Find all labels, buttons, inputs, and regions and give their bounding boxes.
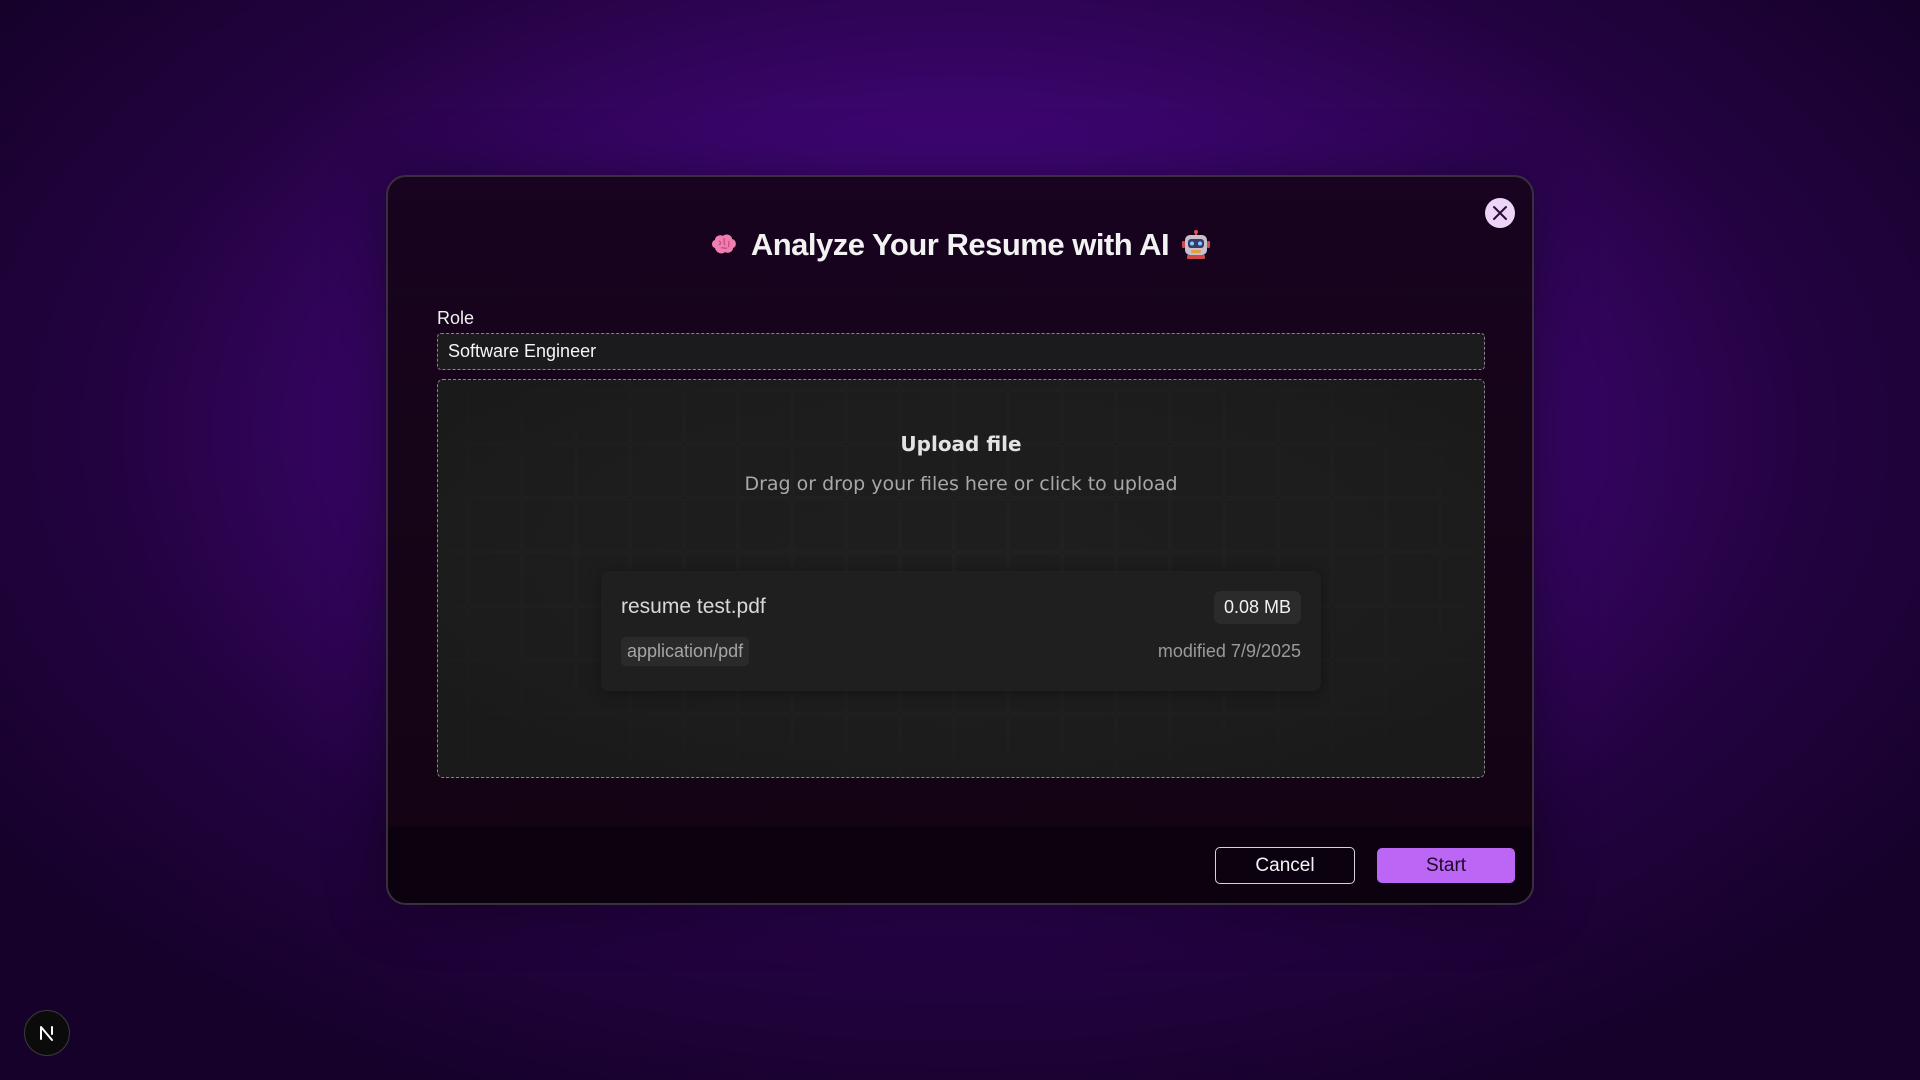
nextjs-logo-icon: [40, 1026, 53, 1041]
dialog-title: Analyze Your Resume with AI: [750, 227, 1170, 262]
analyze-resume-dialog: Analyze Your Resume with AI Role Softwar…: [386, 175, 1534, 905]
dev-indicator-button[interactable]: [24, 1010, 70, 1056]
file-type-badge: application/pdf: [621, 637, 750, 666]
brain-icon: [711, 234, 736, 254]
file-upload-dropzone[interactable]: Upload file Drag or drop your files here…: [437, 379, 1485, 778]
close-button[interactable]: [1485, 198, 1515, 228]
upload-title: Upload file: [900, 432, 1022, 456]
robot-icon: [1182, 230, 1211, 259]
file-size-badge: 0.08 MB: [1213, 591, 1301, 624]
dialog-title-row: Analyze Your Resume with AI: [388, 227, 1532, 263]
uploaded-file-card: resume test.pdf 0.08 MB application/pdf …: [601, 571, 1321, 691]
cancel-button[interactable]: Cancel: [1215, 847, 1355, 884]
upload-instructions: Drag or drop your files here or click to…: [744, 473, 1178, 495]
file-modified-date: modified 7/9/2025: [1157, 641, 1301, 661]
dialog-footer: Cancel Start: [388, 827, 1532, 903]
file-name: resume test.pdf: [621, 595, 766, 618]
start-button[interactable]: Start: [1377, 848, 1515, 883]
close-icon: [1493, 206, 1507, 220]
role-label: Role: [437, 308, 475, 328]
role-input[interactable]: [437, 333, 1485, 370]
